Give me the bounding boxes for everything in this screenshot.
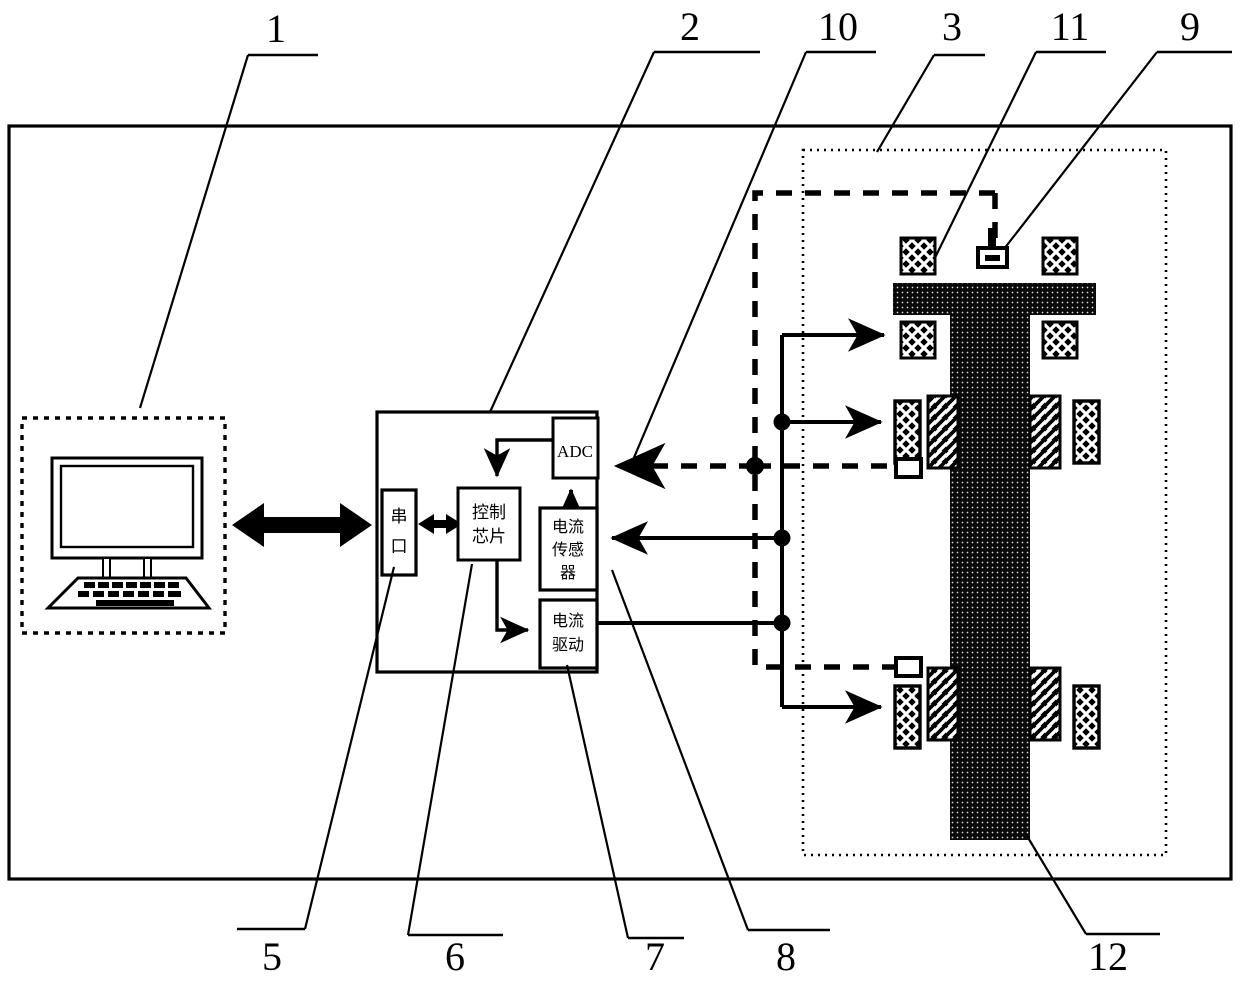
current-driver-block: 电流 驱动: [538, 598, 599, 670]
radial-coil-lower-right: [1072, 684, 1101, 750]
ref-label-1: 1: [266, 6, 286, 51]
radial-displacement-sensor-upper: [894, 457, 923, 479]
current-sensor-label-line1: 电流: [552, 517, 584, 536]
bus-node-mid: [773, 529, 791, 547]
bus-node-upper: [773, 413, 791, 431]
radial-coil-upper-left: [893, 399, 922, 465]
ref-label-5: 5: [262, 934, 282, 979]
current-driver-label-line1: 电流: [552, 611, 584, 630]
ref-label-9: 9: [1180, 4, 1200, 49]
computer-keyboard-icon: [44, 576, 213, 610]
radial-coil-upper-right: [1072, 399, 1101, 465]
ref-numeral-6: 6: [406, 563, 503, 979]
ref-numeral-2: 2: [488, 4, 760, 413]
serial-port-block: 串 口: [380, 488, 418, 577]
current-sensor-block: 电流 传感 器: [538, 506, 599, 592]
radial-coil-lower-left: [893, 684, 922, 750]
serial-link-double-arrow: [232, 503, 372, 547]
ref-numeral-5: 5: [237, 566, 396, 979]
axial-coil-lower-right: [1041, 320, 1079, 360]
radial-stator-lower-left: [926, 666, 960, 742]
ref-label-6: 6: [445, 934, 465, 979]
signal-node-dashed: [746, 457, 764, 475]
ref-label-7: 7: [645, 934, 665, 979]
axial-coil-lower-left: [899, 320, 937, 360]
ref-numeral-9: 9: [996, 4, 1232, 259]
ref-label-11: 11: [1051, 4, 1090, 49]
controller-unit: ADC 串 口 控制 芯片 电流 传感 器 电流 驱动: [375, 410, 600, 674]
computer-monitor-icon: [50, 456, 204, 581]
current-driver-label-line2: 驱动: [552, 635, 584, 654]
drive-current-bus: [597, 318, 886, 724]
ref-numeral-3: 3: [876, 4, 985, 153]
figure-canvas: 1 2 10 3 11 9 ADC 串 口 控制 芯片 电流 传感 器 电流 驱…: [0, 0, 1240, 997]
serial-port-label-line2: 口: [391, 537, 408, 557]
ref-label-8: 8: [776, 934, 796, 979]
rotor-shaft: [893, 283, 1096, 840]
radial-displacement-sensor-lower: [894, 656, 923, 678]
serial-port-label-line1: 串: [391, 507, 408, 527]
ref-numeral-8: 8: [610, 569, 830, 979]
ref-label-12: 12: [1088, 934, 1128, 979]
axial-displacement-sensor: [976, 228, 1009, 269]
control-chip-block: 控制 芯片: [456, 486, 522, 562]
top-reference-numerals: 1 2 10 3 11 9: [138, 4, 1232, 468]
ref-label-3: 3: [942, 4, 962, 49]
radial-stator-lower-right: [1028, 666, 1062, 742]
axial-coil-upper-left: [899, 236, 937, 276]
adc-block-label: ADC: [557, 442, 593, 461]
schematic-svg: 1 2 10 3 11 9 ADC 串 口 控制 芯片 电流 传感 器 电流 驱…: [7, 4, 1233, 979]
radial-stator-upper-right: [1028, 394, 1062, 470]
host-computer[interactable]: [20, 416, 227, 635]
ref-label-2: 2: [680, 4, 700, 49]
axial-coil-upper-right: [1041, 236, 1079, 276]
current-sensor-label-line3: 器: [560, 563, 576, 582]
radial-stator-upper-left: [926, 394, 960, 470]
ref-numeral-12: 12: [1026, 835, 1160, 979]
adc-block: ADC: [551, 416, 600, 480]
control-chip-label-line2: 芯片: [472, 527, 506, 547]
ref-numeral-1: 1: [138, 6, 318, 409]
ref-label-10: 10: [818, 4, 858, 49]
control-chip-label-line1: 控制: [472, 503, 506, 523]
current-sensor-label-line2: 传感: [552, 540, 584, 559]
bus-node-lower: [773, 614, 791, 632]
